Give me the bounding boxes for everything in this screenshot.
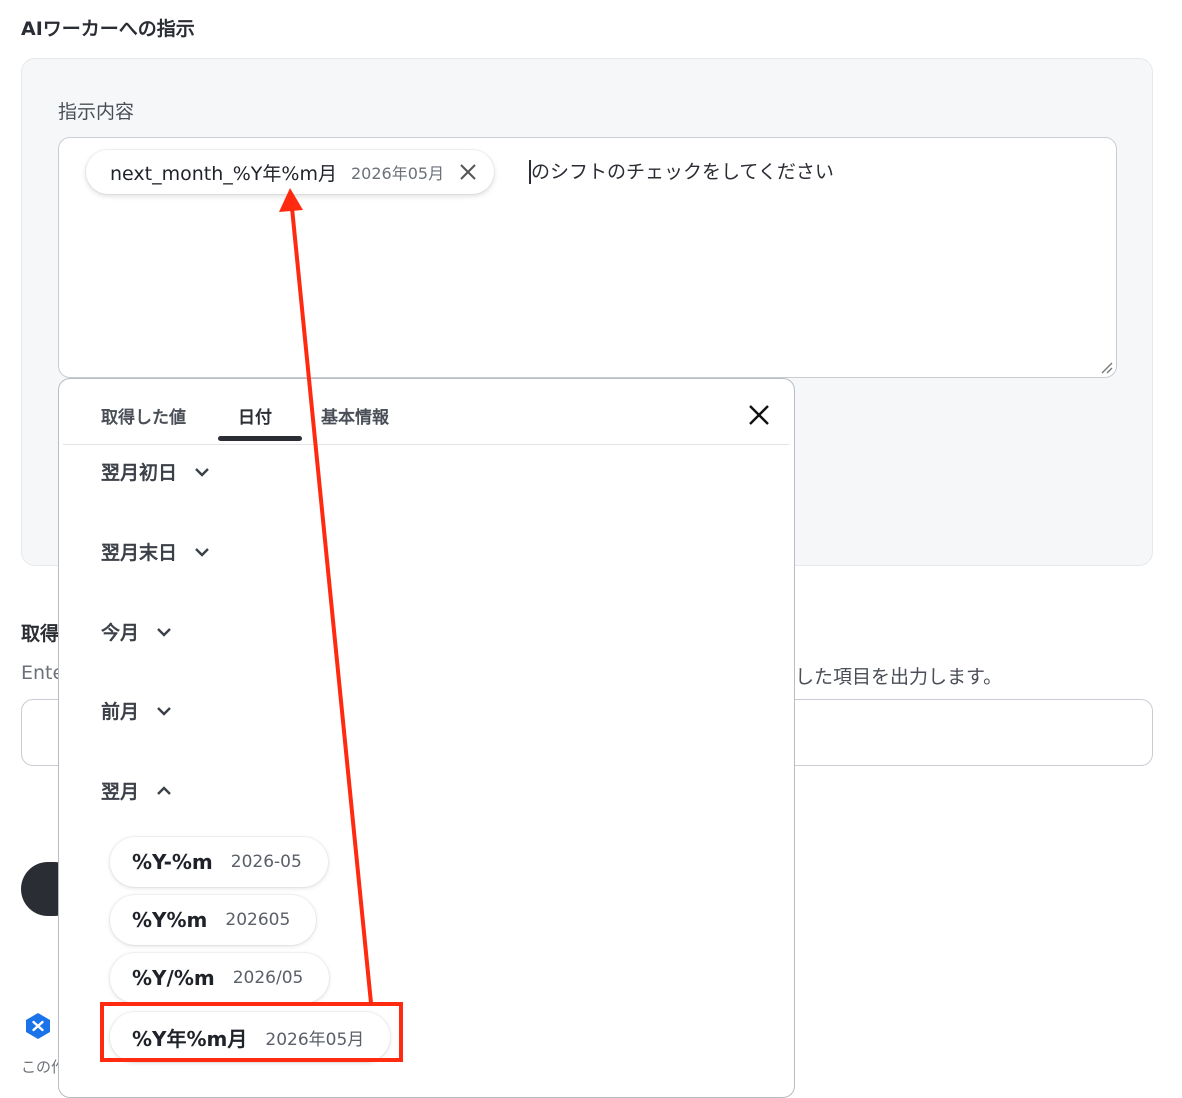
chevron-down-icon — [195, 547, 209, 557]
chevron-down-icon — [195, 467, 209, 477]
tab-acquired-values[interactable]: 取得した値 — [101, 403, 186, 428]
format-name: %Y%m — [132, 908, 208, 932]
chip-value: 2026年05月 — [350, 164, 445, 183]
annotation-highlight-box — [100, 1002, 403, 1062]
group-label: 前月 — [101, 701, 140, 723]
field-label: 指示内容 — [58, 101, 135, 123]
format-value: 2026/05 — [232, 968, 304, 988]
active-tab-indicator — [218, 436, 302, 441]
output-description-end: した項目を出力します。 — [795, 666, 1003, 688]
format-option[interactable]: %Y-%m 2026-05 — [110, 837, 328, 887]
resize-handle-icon[interactable] — [1099, 360, 1113, 374]
variable-picker-dropdown: 取得した値 日付 基本情報 翌月初日 翌月末日 今月 前月 翌月 %Y-%m 2… — [58, 378, 795, 1098]
picker-tabs: 取得した値 日付 基本情報 — [63, 379, 789, 445]
format-value: 2026-05 — [230, 852, 302, 872]
group-next-month[interactable]: 翌月 — [101, 777, 173, 804]
group-label: 今月 — [101, 622, 140, 644]
format-value: 202605 — [225, 910, 291, 930]
format-option[interactable]: %Y%m 202605 — [110, 895, 317, 945]
format-option[interactable]: %Y/%m 2026/05 — [110, 953, 330, 1003]
app-badge-icon — [26, 1013, 50, 1039]
close-icon[interactable] — [747, 403, 771, 427]
group-next-month-first-day[interactable]: 翌月初日 — [101, 458, 211, 485]
format-name: %Y/%m — [132, 966, 215, 990]
group-next-month-last-day[interactable]: 翌月末日 — [101, 538, 211, 565]
variable-chip[interactable]: next_month_%Y年%m月 2026年05月 — [86, 150, 495, 194]
group-label: 翌月 — [101, 781, 140, 803]
group-label: 翌月初日 — [101, 462, 178, 484]
chevron-up-icon — [157, 785, 171, 795]
chevron-down-icon — [157, 706, 171, 716]
tab-date[interactable]: 日付 — [238, 403, 272, 428]
output-section-title: 取得 — [21, 623, 60, 645]
tab-basic-info[interactable]: 基本情報 — [321, 403, 389, 428]
close-icon[interactable] — [458, 162, 478, 182]
instruction-text: のシフトのチェックをしてください — [531, 161, 834, 183]
section-title: AIワーカーへの指示 — [21, 18, 195, 40]
group-label: 翌月末日 — [101, 542, 178, 564]
format-name: %Y-%m — [132, 850, 213, 874]
group-this-month[interactable]: 今月 — [101, 618, 173, 645]
chevron-down-icon — [157, 627, 171, 637]
chip-name: next_month_%Y年%m月 — [110, 162, 337, 185]
group-previous-month[interactable]: 前月 — [101, 697, 173, 724]
